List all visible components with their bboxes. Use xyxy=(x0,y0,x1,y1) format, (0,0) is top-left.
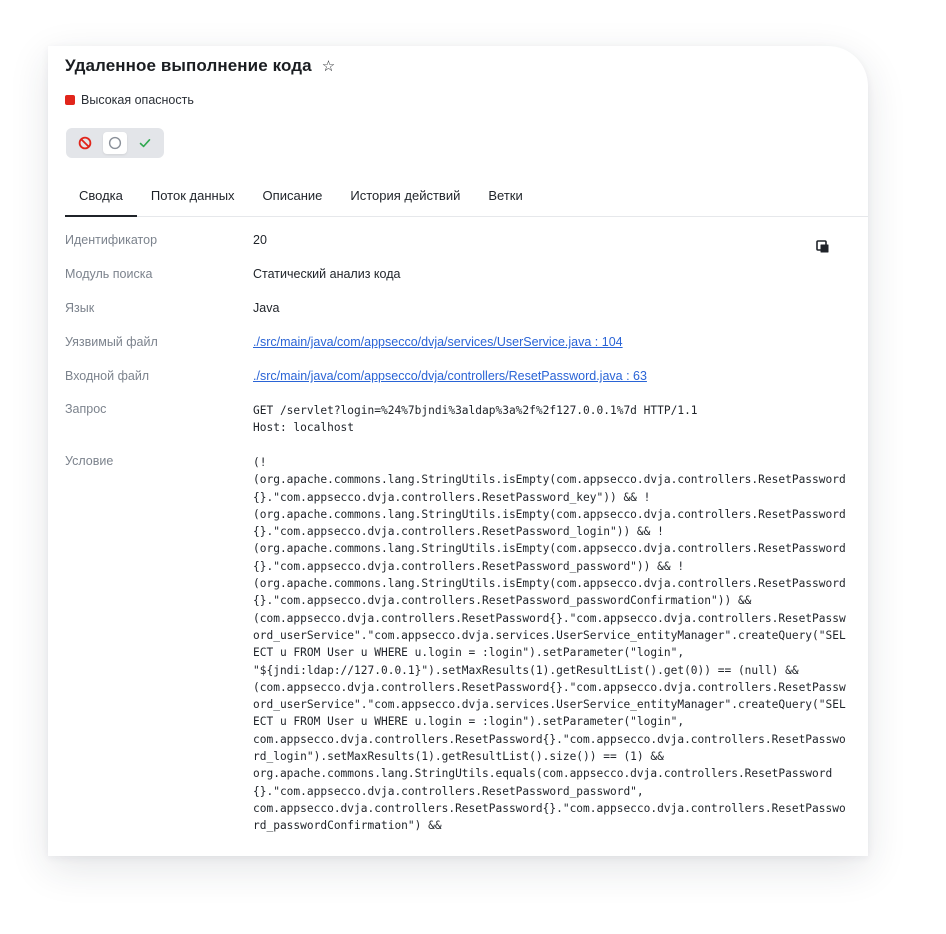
vulnerability-card: Удаленное выполнение кода ☆ Высокая опас… xyxy=(48,46,868,856)
tab-description[interactable]: Описание xyxy=(249,188,337,216)
request-label: Запрос xyxy=(65,402,107,416)
reject-status-button[interactable] xyxy=(73,132,97,154)
check-icon xyxy=(139,138,151,148)
language-label: Язык xyxy=(65,301,95,315)
request-value: GET /servlet?login=%24%7bjndi%3aldap%3a%… xyxy=(253,404,698,435)
entry-file-label: Входной файл xyxy=(65,369,150,383)
page-title: Удаленное выполнение кода xyxy=(65,56,312,75)
undecided-status-button[interactable] xyxy=(103,132,127,154)
condition-label: Условие xyxy=(65,454,114,468)
severity-label: Высокая опасность xyxy=(81,93,194,107)
prohibited-icon xyxy=(78,136,92,150)
vulnerable-file-link[interactable]: ./src/main/java/com/appsecco/dvja/servic… xyxy=(253,335,623,349)
confirm-status-button[interactable] xyxy=(133,132,157,154)
id-value: 20 xyxy=(253,233,267,247)
circle-icon xyxy=(108,136,122,150)
bottom-fade xyxy=(48,850,868,856)
star-outline-icon[interactable]: ☆ xyxy=(322,59,335,74)
tab-data-flow[interactable]: Поток данных xyxy=(137,188,249,216)
condition-value: (! (org.apache.commons.lang.StringUtils.… xyxy=(253,456,846,833)
status-toggle-group xyxy=(66,128,164,158)
module-label: Модуль поиска xyxy=(65,267,153,281)
vulnerable-file-label: Уязвимый файл xyxy=(65,335,158,349)
entry-file-link[interactable]: ./src/main/java/com/appsecco/dvja/contro… xyxy=(253,369,647,383)
language-value: Java xyxy=(253,301,280,315)
severity-color-square xyxy=(65,95,75,105)
module-value: Статический анализ кода xyxy=(253,267,401,281)
title-row: Удаленное выполнение кода ☆ xyxy=(65,56,335,76)
tab-branches[interactable]: Ветки xyxy=(474,188,536,216)
tab-bar: Сводка Поток данных Описание История дей… xyxy=(65,176,868,217)
tab-summary[interactable]: Сводка xyxy=(65,188,137,217)
copy-icon[interactable] xyxy=(815,239,831,255)
tab-action-history[interactable]: История действий xyxy=(336,188,474,216)
severity-indicator: Высокая опасность xyxy=(65,93,194,107)
id-label: Идентификатор xyxy=(65,233,158,247)
